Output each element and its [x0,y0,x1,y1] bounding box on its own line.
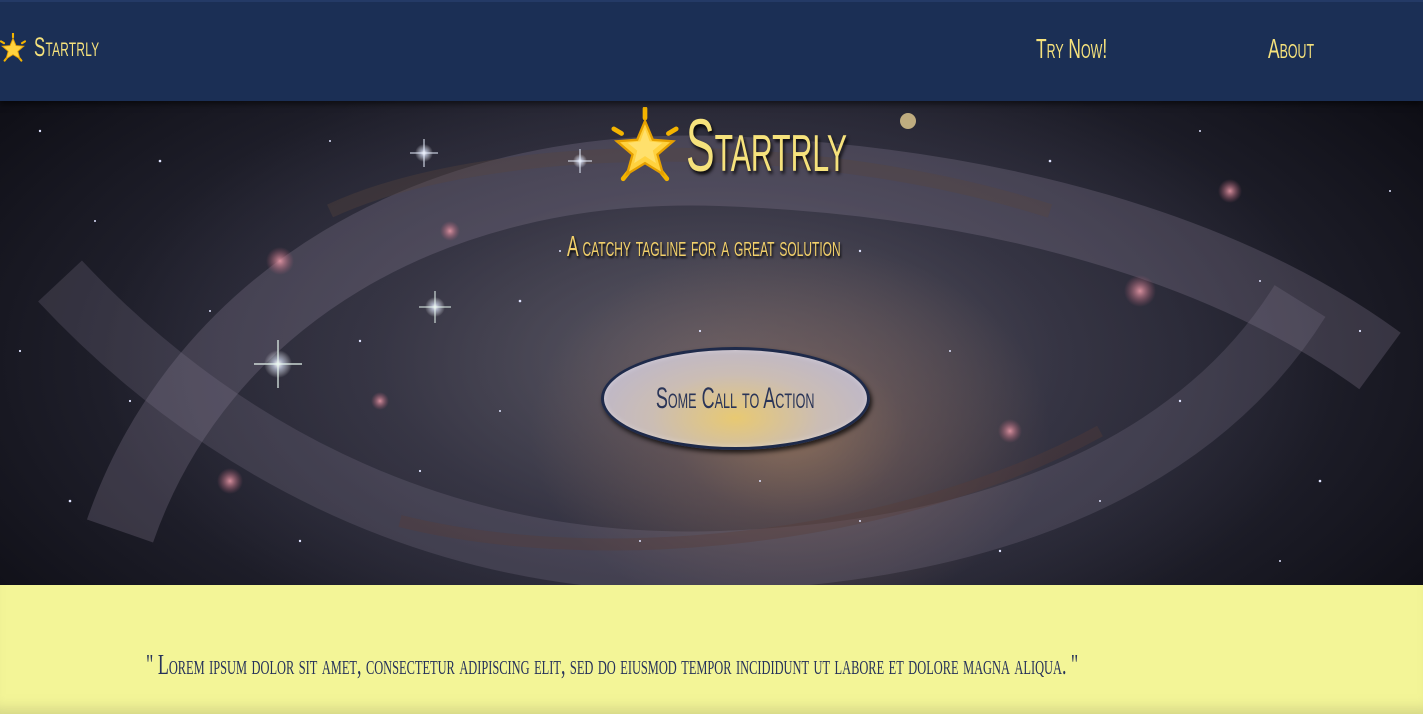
call-to-action-button[interactable]: Some Call to Action [601,347,870,450]
quote-text: " Lorem ipsum dolor sit amet, consectetu… [146,649,1079,681]
hero-tagline: A catchy tagline for a great solution [567,231,841,263]
glowing-star-icon [0,32,27,62]
nav-link-try-now[interactable]: Try Now! [1036,33,1107,65]
top-navbar: Startrly Try Now! About [0,0,1423,101]
glowing-star-icon [611,106,679,181]
nav-link-about[interactable]: About [1268,33,1314,65]
brand-label: Startrly [34,32,100,62]
hero-section: Startrly A catchy tagline for a great so… [0,101,1423,585]
quote-section: " Lorem ipsum dolor sit amet, consectetu… [0,585,1423,714]
hero-title: Startrly [606,103,964,188]
hero-title-text: Startrly [686,104,848,187]
brand-link[interactable]: Startrly [0,32,139,63]
call-to-action-label: Some Call to Action [656,381,815,415]
